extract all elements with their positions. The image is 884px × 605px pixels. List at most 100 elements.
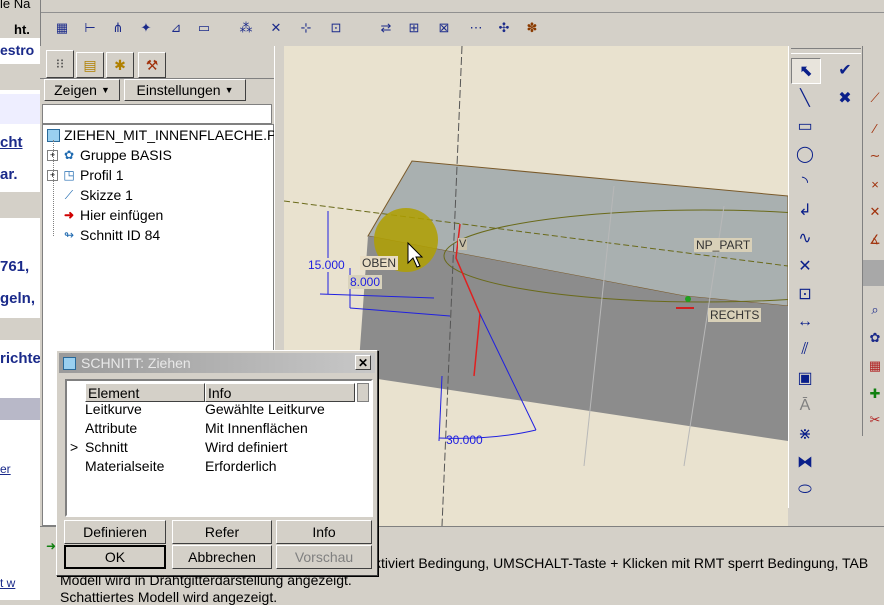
dimension-30[interactable]: 30.000: [446, 433, 483, 447]
analysis-icon[interactable]: ∡: [865, 230, 884, 250]
tree-item-group-basis[interactable]: + ✿ Gruppe BASIS: [47, 145, 172, 165]
use-edge-icon[interactable]: ⊡: [791, 282, 819, 306]
toolbar-icon-13[interactable]: ⊠: [434, 18, 454, 38]
appearance-icon[interactable]: ✿: [865, 328, 884, 348]
tree-icon: ⁝⁝: [55, 56, 65, 71]
toolbar-icon-11[interactable]: ⇄: [376, 18, 396, 38]
message-line: Schattiertes Modell wird angezeigt.: [60, 589, 278, 605]
table-icon[interactable]: ▦: [865, 356, 884, 376]
show-menu-button[interactable]: Zeigen ▼: [44, 79, 120, 101]
sketch-icon: ⟋: [64, 187, 74, 202]
tab-model-tree[interactable]: ⁝⁝: [46, 50, 74, 78]
toolbar-icon-7[interactable]: ⁂: [236, 18, 256, 38]
top-toolbar: ▦ ⊢ ⋔ ✦ ⊿ ▭ ⁂ ✕ ⊹ ⊡ ⇄ ⊞ ⊠ ⋯ ✣ ✽: [40, 0, 884, 47]
rectangle-icon[interactable]: ▭: [791, 114, 819, 138]
toolbar-icon-9[interactable]: ⊹: [296, 18, 316, 38]
tree-item-section[interactable]: ↬ Schnitt ID 84: [62, 225, 160, 245]
toolbar-icon-15[interactable]: ✣: [494, 18, 514, 38]
column-header-info[interactable]: Info: [205, 383, 355, 402]
select-arrow-icon[interactable]: ⬉: [791, 58, 821, 84]
tree-item-insert-here[interactable]: ➜ Hier einfügen: [62, 205, 163, 225]
datum-axis-icon[interactable]: ⁄: [865, 118, 884, 138]
fillet-icon[interactable]: ↲: [791, 198, 819, 222]
dialog-titlebar[interactable]: SCHNITT: Ziehen ✕: [59, 353, 375, 373]
profile-icon: ◳: [63, 168, 75, 182]
line-icon[interactable]: ╲: [791, 86, 819, 110]
info-button[interactable]: Info: [276, 520, 372, 544]
toolbar-icon-6[interactable]: ▭: [194, 18, 214, 38]
background-window: le Na ht. estro cht ar. 761, geln, richt…: [0, 0, 41, 600]
datum-curve-icon[interactable]: ∼: [865, 146, 884, 166]
toolbar-icon-16[interactable]: ✽: [522, 18, 542, 38]
define-button[interactable]: Definieren: [64, 520, 166, 544]
cancel-button[interactable]: Abbrechen: [172, 545, 272, 569]
arc-icon[interactable]: ◝: [791, 170, 819, 194]
datum-point-icon[interactable]: ×: [865, 174, 884, 194]
table-row[interactable]: Materialseite Erforderlich: [68, 458, 368, 477]
datum-label-oben[interactable]: OBEN: [360, 256, 399, 270]
table-row[interactable]: > Schnitt Wird definiert: [68, 439, 368, 458]
section-icon: ↬: [63, 228, 75, 242]
dimension-8[interactable]: 8.000: [348, 275, 383, 289]
left-fragment: geln,: [0, 290, 36, 307]
toolbar-icon-5[interactable]: ⊿: [166, 18, 186, 38]
group-icon: ✿: [63, 148, 75, 162]
toolbar-icon-12[interactable]: ⊞: [404, 18, 424, 38]
tree-item-profil-1[interactable]: + ◳ Profil 1: [47, 165, 124, 185]
toolbar-icon-10[interactable]: ⊡: [326, 18, 346, 38]
spline-icon[interactable]: ∿: [791, 226, 819, 250]
layers-icon: ▤: [83, 56, 97, 73]
tree-filter-field[interactable]: [42, 104, 272, 124]
preview-button[interactable]: Vorschau: [276, 545, 372, 569]
trim-icon[interactable]: ⋇: [791, 422, 819, 446]
dimension-icon[interactable]: ↔: [791, 310, 819, 334]
tree-item-root[interactable]: ZIEHEN_MIT_INNENFLAECHE.P: [47, 125, 276, 145]
toolbar-icon-14[interactable]: ⋯: [466, 18, 486, 38]
toolbar-icon-1[interactable]: ▦: [52, 18, 72, 38]
cancel-x-icon[interactable]: ✖: [831, 86, 859, 110]
dropdown-arrow-icon: ▼: [224, 85, 234, 95]
datum-label-v[interactable]: V: [458, 238, 468, 250]
toolbar-icon-3[interactable]: ⋔: [108, 18, 128, 38]
settings-menu-button[interactable]: Einstellungen ▼: [124, 79, 246, 101]
tree-item-skizze-1[interactable]: ⟋ Skizze 1: [62, 185, 133, 205]
toolbar-icon-8[interactable]: ✕: [266, 18, 286, 38]
palette-icon[interactable]: ⬭: [791, 478, 819, 502]
column-header-element[interactable]: Element: [85, 383, 205, 402]
constraints-icon[interactable]: ▣: [791, 366, 819, 390]
dialog-icon: [63, 357, 76, 370]
left-fragment[interactable]: t w: [0, 576, 15, 590]
datum-label-np-part[interactable]: NP_PART: [694, 238, 753, 252]
tree-lines: [53, 140, 55, 236]
add-feature-icon[interactable]: ✚: [865, 384, 884, 404]
left-fragment: ht.: [14, 22, 30, 37]
ok-button[interactable]: OK: [64, 545, 166, 569]
text-icon[interactable]: Ā: [791, 394, 819, 418]
close-button[interactable]: ✕: [355, 355, 371, 370]
circle-icon[interactable]: ◯: [791, 142, 819, 166]
left-fragment[interactable]: cht: [0, 134, 23, 151]
dimension-15[interactable]: 15.000: [306, 258, 347, 272]
feature-toolbar: ⟋ ⁄ ∼ × ✕ ∡ ⌕ ✿ ▦ ✚ ✂: [862, 46, 884, 436]
table-row[interactable]: Leitkurve Gewählte Leitkurve: [68, 401, 368, 420]
point-icon[interactable]: ✕: [791, 254, 819, 278]
toolbar-icon-4[interactable]: ✦: [136, 18, 156, 38]
tab-layers[interactable]: ▤: [76, 52, 104, 78]
coordinate-system-icon[interactable]: ✕: [865, 202, 884, 222]
toolbar-icon-2[interactable]: ⊢: [80, 18, 100, 38]
table-row[interactable]: Attribute Mit Innenflächen: [68, 420, 368, 439]
datum-plane-icon[interactable]: ⟋: [865, 88, 884, 108]
confirm-check-icon[interactable]: ✔: [831, 58, 859, 82]
datum-label-rechts[interactable]: RECHTS: [708, 308, 762, 322]
tab-tools[interactable]: ⚒: [138, 52, 166, 78]
refer-button[interactable]: Refer: [172, 520, 272, 544]
tools-icon: ⚒: [145, 56, 159, 73]
left-fragment[interactable]: er: [0, 462, 11, 476]
search-zoom-icon[interactable]: ⌕: [865, 300, 884, 320]
tab-favorites[interactable]: ✱: [106, 52, 134, 78]
modify-icon[interactable]: ⫽: [791, 338, 819, 362]
scissors-icon[interactable]: ✂: [865, 410, 884, 430]
left-fragment: 761,: [0, 258, 30, 275]
mirror-icon[interactable]: ⧓: [791, 450, 819, 474]
message-line: ktiviert Bedingung, UMSCHALT-Taste + Kli…: [374, 555, 869, 571]
